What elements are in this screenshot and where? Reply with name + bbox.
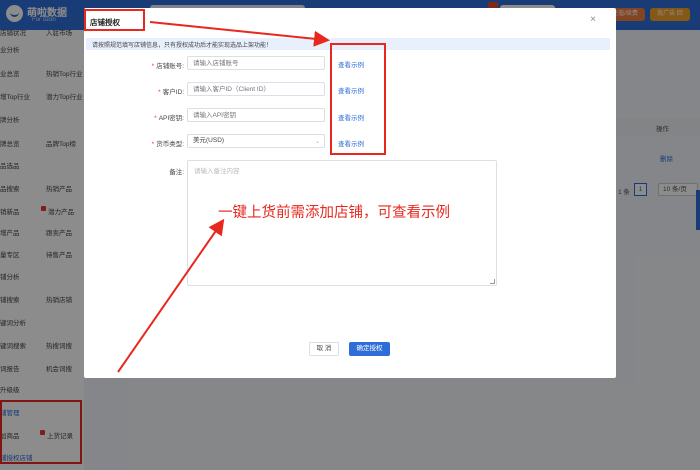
title-highlight-box (84, 9, 145, 31)
shop-account-input[interactable] (187, 56, 325, 70)
chevron-down-icon: ⌄ (314, 139, 320, 145)
remark-textarea[interactable]: 请输入备注内容 (187, 160, 497, 286)
confirm-auth-button[interactable]: 确定授权 (349, 342, 390, 356)
example-highlight-box (330, 43, 386, 155)
resize-handle-icon[interactable] (490, 279, 495, 284)
shop-account-label: * 店铺账号: (151, 63, 184, 70)
currency-value: 美元(USD) (193, 137, 225, 144)
cancel-button[interactable]: 取 消 (309, 342, 339, 356)
notice-text: 请按照规范填写店铺信息，只有授权成功后才能实现选品上架功能！ (92, 43, 273, 49)
close-icon[interactable]: × (587, 14, 599, 26)
client-id-label: * 客户ID: (158, 89, 184, 96)
remark-label: 备注: (169, 169, 184, 176)
client-id-input[interactable] (187, 82, 325, 96)
api-key-input[interactable] (187, 108, 325, 122)
api-key-label: * API密钥: (154, 115, 184, 122)
currency-label: * 货币类型: (151, 141, 184, 148)
remark-placeholder: 请输入备注内容 (194, 168, 240, 175)
shop-auth-dialog: 店铺授权 × 请按照规范填写店铺信息，只有授权成功后才能实现选品上架功能！ * 店… (84, 8, 616, 378)
annotation-text: 一键上货前需添加店铺，可查看示例 (218, 205, 450, 221)
currency-select[interactable]: 美元(USD) ⌄ (187, 134, 325, 148)
